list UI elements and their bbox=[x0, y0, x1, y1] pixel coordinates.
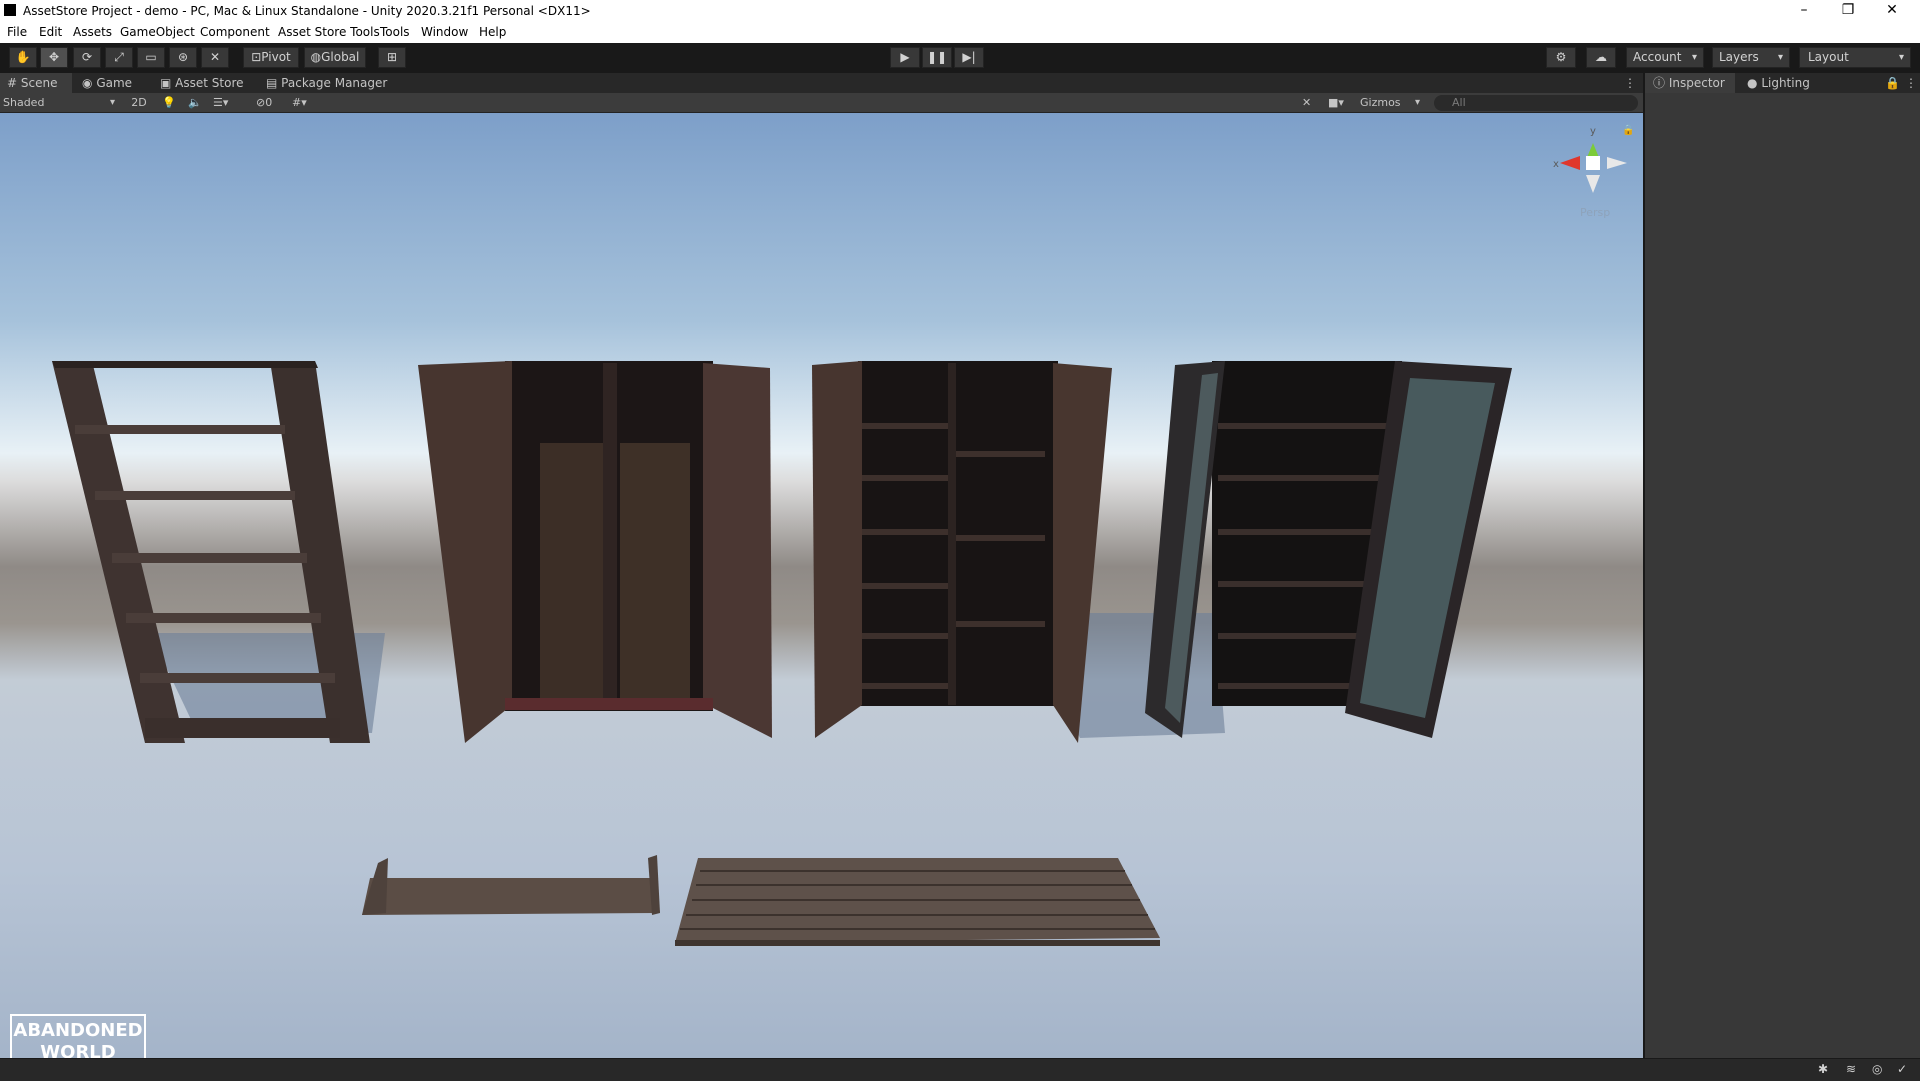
window-title: AssetStore Project - demo - PC, Mac & Li… bbox=[23, 4, 591, 18]
tab-scene[interactable]: # Scene bbox=[0, 73, 72, 93]
abandoned-world-logo: ABANDONED WORLD bbox=[10, 1014, 146, 1058]
inspector-menu-icon[interactable]: ⋮ bbox=[1905, 73, 1917, 93]
cloud-icon[interactable]: ☁ bbox=[1586, 47, 1616, 68]
logo-line2: WORLD bbox=[40, 1042, 116, 1058]
wardrobe-open[interactable] bbox=[418, 361, 772, 743]
debug-icon[interactable]: ✱ bbox=[1818, 1062, 1828, 1076]
main-toolbar: ✋ ✥ ⟳ ⤢ ▭ ⊛ ✕ ⊡Pivot ◍Global ⊞ ▶ ❚❚ ▶| ⚙… bbox=[0, 43, 1920, 73]
play-button[interactable]: ▶ bbox=[890, 47, 920, 68]
package-icon: ▤ bbox=[266, 76, 278, 90]
close-icon[interactable]: ✕ bbox=[1870, 0, 1914, 22]
unity-app-icon bbox=[4, 4, 16, 16]
scene-search-input[interactable]: All bbox=[1434, 95, 1638, 111]
game-icon: ◉ bbox=[82, 76, 93, 90]
grid-toggle-icon[interactable]: #▾ bbox=[292, 95, 322, 111]
bulb-icon: ● bbox=[1747, 76, 1758, 90]
pivot-toggle[interactable]: ⊡Pivot bbox=[243, 47, 299, 68]
gizmos-dropdown[interactable]: Gizmos bbox=[1360, 95, 1426, 111]
layers-dropdown[interactable]: Layers bbox=[1712, 47, 1790, 68]
cabinet-shelves[interactable] bbox=[812, 361, 1112, 743]
neg-x-axis-cone[interactable] bbox=[1607, 157, 1627, 169]
store-icon: ▣ bbox=[160, 76, 172, 90]
inspector-lock-icon[interactable]: 🔒 bbox=[1885, 73, 1900, 93]
rect-tool-icon[interactable]: ▭ bbox=[137, 47, 165, 68]
layers-stack-icon[interactable]: ≋ bbox=[1846, 1062, 1856, 1076]
inspector-tab-bar: ⓘ Inspector ● Lighting 🔒 ⋮ bbox=[1645, 73, 1920, 93]
tab-lighting-label: Lighting bbox=[1761, 76, 1810, 90]
collab-icon[interactable]: ⚙ bbox=[1546, 47, 1576, 68]
persp-label[interactable]: Persp bbox=[1580, 206, 1610, 219]
hidden-objects-icon[interactable]: ⊘0 bbox=[256, 95, 284, 111]
tab-package-manager[interactable]: ▤ Package Manager bbox=[266, 73, 396, 93]
menu-tools[interactable]: Tools bbox=[380, 25, 410, 39]
menu-file[interactable]: File bbox=[7, 25, 27, 39]
effects-dropdown-icon[interactable]: ☰▾ bbox=[213, 95, 239, 111]
transform-tool-icon[interactable]: ⊛ bbox=[169, 47, 197, 68]
neg-y-axis-cone[interactable] bbox=[1586, 175, 1600, 193]
global-toggle[interactable]: ◍Global bbox=[304, 47, 366, 68]
tab-asset-store-label: Asset Store bbox=[175, 76, 244, 90]
step-button[interactable]: ▶| bbox=[954, 47, 984, 68]
hand-tool-icon[interactable]: ✋ bbox=[9, 47, 37, 68]
scene-icon: # bbox=[7, 76, 18, 90]
layout-dropdown[interactable]: Layout bbox=[1799, 47, 1911, 68]
bake-icon[interactable]: ◎ bbox=[1872, 1062, 1882, 1076]
tab-scene-label: Scene bbox=[20, 76, 58, 90]
inspector-panel: ⓘ Inspector ● Lighting 🔒 ⋮ bbox=[1645, 73, 1920, 1058]
tab-asset-store[interactable]: ▣ Asset Store bbox=[160, 73, 252, 93]
globe-icon: ◍ bbox=[310, 50, 322, 64]
account-dropdown[interactable]: Account bbox=[1626, 47, 1704, 68]
gizmo-y-label: y bbox=[1590, 126, 1596, 137]
pivot-label: Pivot bbox=[261, 50, 291, 64]
camera-dropdown-icon[interactable]: ■▾ bbox=[1328, 95, 1356, 111]
custom-tool-icon[interactable]: ✕ bbox=[201, 47, 229, 68]
menu-edit[interactable]: Edit bbox=[39, 25, 62, 39]
gizmo-lock-icon[interactable]: 🔒 bbox=[1622, 124, 1634, 136]
tab-package-manager-label: Package Manager bbox=[281, 76, 388, 90]
tab-menu-icon[interactable]: ⋮ bbox=[1624, 73, 1636, 93]
window-title-bar: AssetStore Project - demo - PC, Mac & Li… bbox=[0, 0, 1920, 22]
pivot-icon: ⊡ bbox=[251, 50, 262, 64]
menu-gameobject[interactable]: GameObject bbox=[120, 25, 195, 39]
gizmo-center-cube[interactable] bbox=[1586, 156, 1600, 170]
menu-component[interactable]: Component bbox=[200, 25, 270, 39]
menu-window[interactable]: Window bbox=[421, 25, 468, 39]
rotate-tool-icon[interactable]: ⟳ bbox=[73, 47, 101, 68]
menu-help[interactable]: Help bbox=[479, 25, 506, 39]
2d-toggle[interactable]: 2D bbox=[128, 95, 150, 111]
tab-inspector[interactable]: ⓘ Inspector bbox=[1645, 73, 1735, 93]
gizmo-x-label: x bbox=[1553, 159, 1559, 170]
tab-inspector-label: Inspector bbox=[1668, 76, 1725, 90]
scene-view-toolbar: Shaded 2D 💡 🔈 ☰▾ ⊘0 #▾ ✕ ■▾ Gizmos All bbox=[0, 93, 1643, 113]
scale-tool-icon[interactable]: ⤢ bbox=[105, 47, 133, 68]
restore-icon[interactable]: ❐ bbox=[1826, 0, 1870, 22]
lighting-toggle-icon[interactable]: 💡 bbox=[162, 95, 178, 111]
minimize-icon[interactable]: – bbox=[1782, 0, 1826, 22]
scene-viewport[interactable]: y x Persp 🔒 ABANDONED WORLD bbox=[0, 113, 1643, 1058]
move-tool-icon[interactable]: ✥ bbox=[40, 47, 68, 68]
menu-asset-store-tools[interactable]: Asset Store Tools bbox=[278, 25, 380, 39]
status-bar: ✱ ≋ ◎ ✓ bbox=[0, 1058, 1920, 1081]
wooden-pallet[interactable] bbox=[675, 858, 1160, 946]
scene-tab-bar: # Scene ◉ Game ▣ Asset Store ▤ Package M… bbox=[0, 73, 1643, 93]
orientation-gizmo[interactable]: y x Persp 🔒 bbox=[1553, 124, 1634, 219]
logo-line1: ABANDONED bbox=[13, 1020, 143, 1041]
hidden-count: 0 bbox=[265, 96, 273, 109]
pause-button[interactable]: ❚❚ bbox=[922, 47, 952, 68]
grid-snap-icon[interactable]: ⊞ bbox=[378, 47, 406, 68]
tab-game[interactable]: ◉ Game bbox=[82, 73, 144, 93]
tab-lighting[interactable]: ● Lighting bbox=[1747, 73, 1827, 93]
tab-game-label: Game bbox=[96, 76, 133, 90]
x-axis-cone[interactable] bbox=[1560, 156, 1580, 170]
wooden-shelf[interactable] bbox=[362, 855, 660, 915]
global-label: Global bbox=[321, 50, 360, 64]
audio-toggle-icon[interactable]: 🔈 bbox=[188, 95, 204, 111]
info-icon: ⓘ bbox=[1653, 76, 1666, 90]
tools-icon[interactable]: ✕ bbox=[1302, 95, 1318, 111]
shading-mode-dropdown[interactable]: Shaded bbox=[3, 95, 121, 111]
menu-assets[interactable]: Assets bbox=[73, 25, 112, 39]
check-icon[interactable]: ✓ bbox=[1897, 1062, 1907, 1076]
menu-bar: File Edit Assets GameObject Component As… bbox=[0, 22, 1920, 43]
